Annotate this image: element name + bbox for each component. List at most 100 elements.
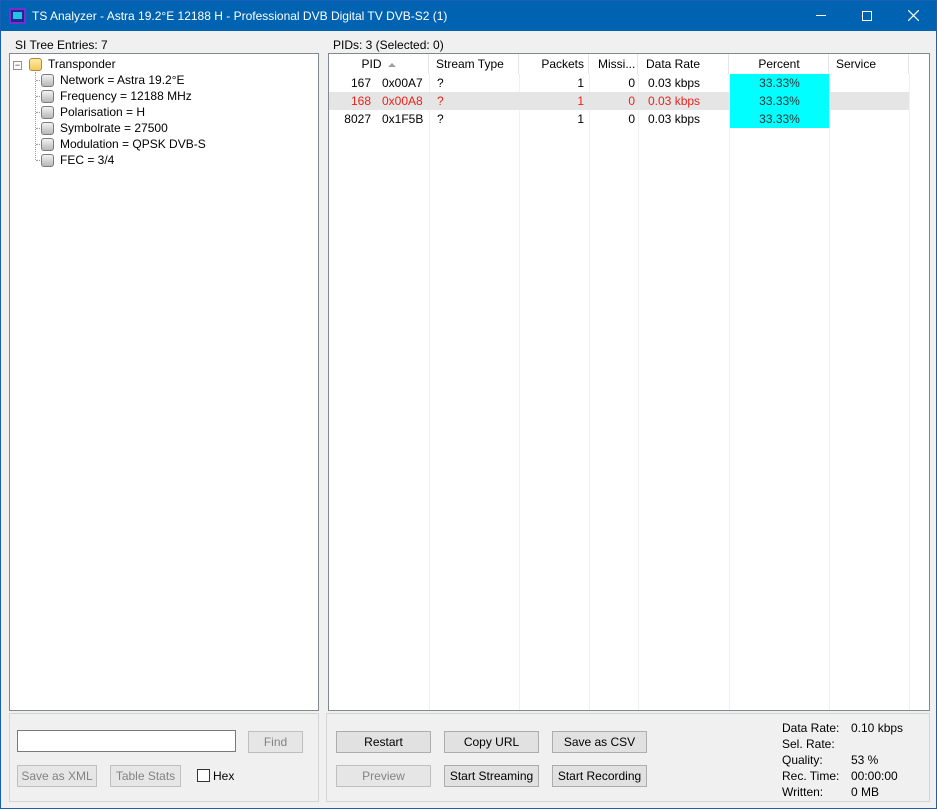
node-icon — [41, 106, 54, 119]
table-row-selected[interactable]: 168 0x00A8 ? 1 0 0.03 kbps 33.33% — [329, 92, 909, 110]
start-recording-button[interactable]: Start Recording — [552, 765, 647, 787]
rec-time-label: Rec. Time: — [782, 769, 840, 783]
restart-button[interactable]: Restart — [336, 731, 431, 753]
preview-button[interactable]: Preview — [336, 765, 431, 787]
column-divider — [829, 74, 830, 710]
maximize-button[interactable] — [844, 1, 890, 31]
tree-node-label: Network = Astra 19.2°E — [60, 73, 185, 87]
pid-hex: 0x00A8 — [382, 94, 423, 108]
pid-hex: 0x1F5B — [382, 112, 424, 126]
find-button[interactable]: Find — [248, 731, 303, 753]
table-row[interactable]: 8027 0x1F5B ? 1 0 0.03 kbps 33.33% — [329, 110, 909, 128]
left-controls-panel — [9, 713, 319, 802]
pid-decimal: 168 — [350, 94, 371, 108]
tree-node-symbolrate[interactable]: Symbolrate = 27500 — [10, 120, 310, 136]
pids-header: PIDs: 3 (Selected: 0) — [333, 38, 444, 52]
stream-type: ? — [437, 76, 444, 90]
column-divider — [729, 74, 730, 710]
service — [836, 92, 906, 110]
node-icon — [41, 154, 54, 167]
service — [836, 110, 906, 128]
save-as-csv-button[interactable]: Save as CSV — [552, 731, 647, 753]
node-icon — [41, 138, 54, 151]
missing: 0 — [628, 112, 635, 126]
sel-rate-label: Sel. Rate: — [782, 737, 835, 751]
title-bar[interactable]: TS Analyzer - Astra 19.2°E 12188 H - Pro… — [1, 1, 936, 31]
column-header-packets[interactable]: Packets — [520, 54, 589, 74]
data-rate: 0.03 kbps — [648, 94, 701, 108]
right-controls-panel — [326, 713, 930, 802]
written-value: 0 MB — [851, 785, 880, 799]
data-rate-label: Data Rate: — [782, 721, 840, 735]
start-streaming-button[interactable]: Start Streaming — [444, 765, 539, 787]
data-rate: 0.03 kbps — [648, 112, 701, 126]
column-header-stream-type[interactable]: Stream Type — [430, 54, 519, 74]
minimize-button[interactable] — [798, 1, 844, 31]
pid-decimal: 167 — [350, 76, 371, 90]
tree-node-frequency[interactable]: Frequency = 12188 MHz — [10, 88, 310, 104]
tree-node-label: Polarisation = H — [60, 105, 146, 119]
maximize-icon — [862, 10, 872, 21]
pid-table[interactable]: PID Stream Type Packets Missi... Data Ra… — [328, 53, 930, 711]
hex-checkbox-label: Hex — [213, 769, 235, 783]
data-rate-value: 0.10 kbps — [851, 721, 904, 735]
tree-node-network[interactable]: Network = Astra 19.2°E — [10, 72, 310, 88]
si-tree-header: SI Tree Entries: 7 — [15, 38, 108, 52]
quality-label: Quality: — [782, 753, 823, 767]
stream-type: ? — [437, 94, 444, 108]
quality-value: 53 % — [851, 753, 879, 767]
percent-bar: 33.33% — [730, 74, 829, 92]
sort-ascending-icon — [387, 62, 396, 67]
node-icon — [41, 74, 54, 87]
service — [836, 74, 906, 92]
tree-node-label: Modulation = QPSK DVB-S — [60, 137, 206, 151]
pid-decimal: 8027 — [344, 112, 371, 126]
node-icon — [41, 90, 54, 103]
percent-bar: 33.33% — [730, 110, 829, 128]
column-header-missing[interactable]: Missi... — [590, 54, 638, 74]
column-divider — [909, 74, 910, 710]
missing: 0 — [628, 76, 635, 90]
app-window: TS Analyzer - Astra 19.2°E 12188 H - Pro… — [0, 0, 937, 809]
close-button[interactable] — [890, 1, 936, 31]
si-tree[interactable]: − Transponder Network = Astra 19.2°E Fre… — [9, 53, 319, 711]
column-header-pid[interactable]: PID — [329, 54, 429, 74]
data-rate: 0.03 kbps — [648, 76, 701, 90]
app-monitor-icon — [9, 8, 26, 24]
hex-checkbox[interactable] — [197, 769, 210, 782]
collapse-icon[interactable]: − — [13, 61, 22, 70]
percent-bar: 33.33% — [730, 92, 829, 110]
written-label: Written: — [782, 785, 824, 799]
copy-url-button[interactable]: Copy URL — [444, 731, 539, 753]
search-input[interactable] — [17, 730, 236, 752]
node-icon — [41, 122, 54, 135]
tree-node-transponder[interactable]: − Transponder — [10, 56, 310, 72]
table-stats-button[interactable]: Table Stats — [110, 765, 181, 787]
column-header-percent[interactable]: Percent — [730, 54, 829, 74]
pid-hex: 0x00A7 — [382, 76, 423, 90]
save-as-xml-button[interactable]: Save as XML — [17, 765, 97, 787]
stream-type: ? — [437, 112, 444, 126]
window-title: TS Analyzer - Astra 19.2°E 12188 H - Pro… — [32, 9, 448, 23]
tree-node-polarisation[interactable]: Polarisation = H — [10, 104, 310, 120]
tree-node-label: Frequency = 12188 MHz — [60, 89, 192, 103]
rec-time-value: 00:00:00 — [851, 769, 898, 783]
column-header-data-rate[interactable]: Data Rate — [639, 54, 729, 74]
column-divider — [519, 74, 520, 710]
missing: 0 — [628, 94, 635, 108]
column-divider — [589, 74, 590, 710]
tree-node-label: FEC = 3/4 — [60, 153, 115, 167]
folder-icon — [29, 58, 42, 71]
tree-node-fec[interactable]: FEC = 3/4 — [10, 152, 310, 168]
packets: 1 — [577, 94, 584, 108]
column-divider — [429, 74, 430, 710]
tree-node-label: Symbolrate = 27500 — [60, 121, 168, 135]
tree-node-modulation[interactable]: Modulation = QPSK DVB-S — [10, 136, 310, 152]
tree-node-label: Transponder — [48, 57, 116, 71]
packets: 1 — [577, 112, 584, 126]
column-divider — [638, 74, 639, 710]
minimize-icon — [816, 15, 826, 17]
table-row[interactable]: 167 0x00A7 ? 1 0 0.03 kbps 33.33% — [329, 74, 909, 92]
packets: 1 — [577, 76, 584, 90]
column-header-service[interactable]: Service — [830, 54, 909, 74]
